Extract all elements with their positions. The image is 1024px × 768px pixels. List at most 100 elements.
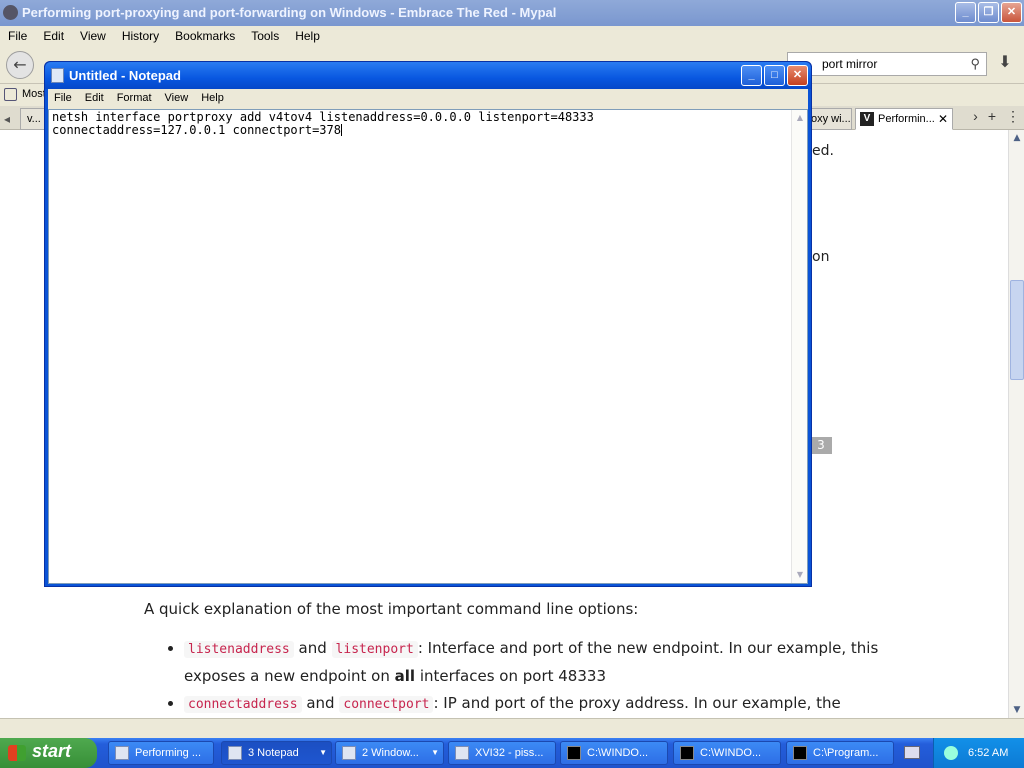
group-dropdown-icon: ▼: [431, 748, 439, 757]
taskbar-item-cmd-1[interactable]: C:\WINDO...: [560, 741, 668, 765]
notepad-line-1: netsh interface portproxy add v4tov4 lis…: [52, 110, 594, 124]
search-input[interactable]: port mirror ⚲: [787, 52, 987, 76]
tab-scroll-right-icon[interactable]: ›: [973, 108, 978, 125]
text-caret: [340, 124, 342, 136]
folder-task-icon: [342, 746, 356, 760]
list-text: interfaces on port 48333: [415, 667, 606, 685]
tab-left[interactable]: v...: [20, 108, 46, 130]
menu-help[interactable]: Help: [287, 26, 328, 46]
browser-close-button[interactable]: ✕: [1001, 2, 1022, 23]
menu-tools[interactable]: Tools: [243, 26, 287, 46]
bookmark-folder-icon: [4, 88, 17, 101]
notepad-scroll-up-icon[interactable]: ▲: [792, 110, 808, 126]
taskbar-item-cmd-3[interactable]: C:\Program...: [786, 741, 894, 765]
tab-performing-label: Performin...: [878, 113, 935, 125]
start-label: start: [32, 741, 72, 761]
taskbar-item-xvi32[interactable]: XVI32 - piss...: [448, 741, 556, 765]
list-text: : IP and port of the proxy address. In o…: [433, 694, 841, 712]
tab-proxy-label: oxy wi...: [811, 113, 851, 125]
console-task-icon: [793, 746, 807, 760]
keyboard-icon[interactable]: [904, 746, 920, 759]
taskbar-item-label: 2 Window...: [362, 747, 419, 759]
search-value: port mirror: [822, 57, 878, 71]
taskbar-item-windows[interactable]: 2 Window... ▼: [335, 741, 444, 765]
tab-left-label: v...: [27, 113, 41, 125]
browser-statusbar: [0, 718, 1024, 738]
search-icon[interactable]: ⚲: [970, 56, 980, 72]
menu-edit[interactable]: Edit: [35, 26, 72, 46]
notepad-minimize-button[interactable]: _: [741, 65, 762, 86]
tab-scroll-left-icon[interactable]: ◂: [4, 112, 10, 126]
notepad-titlebar[interactable]: Untitled - Notepad _ □ ✕: [45, 62, 811, 89]
console-task-icon: [567, 746, 581, 760]
notepad-text-area[interactable]: netsh interface portproxy add v4tov4 lis…: [48, 109, 808, 584]
taskbar-item-label: C:\WINDO...: [587, 747, 649, 759]
notepad-app-icon: [51, 68, 64, 83]
taskbar-item-label: XVI32 - piss...: [475, 747, 544, 759]
notepad-menu-format[interactable]: Format: [111, 89, 159, 109]
notepad-close-button[interactable]: ✕: [787, 65, 808, 86]
windows-flag-icon: [8, 745, 26, 761]
browser-minimize-button[interactable]: _: [955, 2, 976, 23]
mypal-app-icon: [3, 5, 18, 20]
bookmark-most-visited[interactable]: Most: [22, 88, 46, 100]
start-button[interactable]: start: [0, 738, 97, 768]
notepad-task-icon: [228, 746, 242, 760]
notepad-scroll-down-icon[interactable]: ▼: [792, 567, 808, 583]
tab-performing[interactable]: V Performin... ✕: [855, 108, 953, 130]
menu-view[interactable]: View: [72, 26, 114, 46]
inline-code: connectaddress: [184, 696, 302, 713]
list-text: and: [298, 639, 327, 657]
notepad-scrollbar[interactable]: ▲ ▼: [791, 110, 807, 583]
menu-history[interactable]: History: [114, 26, 167, 46]
scrollbar-thumb[interactable]: [1010, 280, 1024, 380]
browser-title: Performing port-proxying and port-forwar…: [22, 5, 557, 20]
back-arrow-icon[interactable]: ←: [6, 51, 34, 79]
inline-code: listenaddress: [184, 641, 294, 658]
tab-proxy[interactable]: oxy wi...: [810, 108, 852, 130]
download-icon[interactable]: ⬇: [992, 52, 1018, 76]
tab-controls: › + ⋮: [973, 108, 1024, 125]
console-task-icon: [680, 746, 694, 760]
inline-code: connectport: [339, 696, 434, 713]
notepad-title: Untitled - Notepad: [69, 68, 181, 83]
explanation-paragraph: A quick explanation of the most importan…: [144, 600, 639, 618]
list-item: listenaddress and listenport: Interface …: [184, 635, 884, 690]
notepad-menu-help[interactable]: Help: [195, 89, 231, 109]
scroll-up-icon[interactable]: ▲: [1009, 130, 1024, 146]
network-tray-icon[interactable]: [944, 746, 958, 760]
taskbar-item-cmd-2[interactable]: C:\WINDO...: [673, 741, 781, 765]
browser-titlebar: Performing port-proxying and port-forwar…: [0, 0, 1024, 26]
new-tab-icon[interactable]: +: [988, 108, 996, 125]
taskbar-item-browser[interactable]: Performing ...: [108, 741, 214, 765]
hex-editor-task-icon: [455, 746, 469, 760]
scroll-down-icon[interactable]: ▼: [1009, 702, 1024, 718]
taskbar: start Performing ... 3 Notepad ▼ 2 Windo…: [0, 738, 1024, 768]
taskbar-item-label: C:\WINDO...: [700, 747, 762, 759]
system-tray: 6:52 AM: [933, 738, 1024, 768]
menu-file[interactable]: File: [0, 26, 35, 46]
notepad-text: netsh interface portproxy add v4tov4 lis…: [52, 111, 790, 581]
taskbar-item-notepad[interactable]: 3 Notepad ▼: [221, 741, 332, 765]
menu-bookmarks[interactable]: Bookmarks: [167, 26, 243, 46]
notepad-menu-file[interactable]: File: [48, 89, 79, 109]
site-v-icon: V: [860, 112, 874, 126]
notepad-menu-edit[interactable]: Edit: [79, 89, 111, 109]
notepad-menu-view[interactable]: View: [159, 89, 196, 109]
content-peek-text: ed.: [812, 143, 834, 159]
page-scrollbar[interactable]: ▲ ▼: [1008, 130, 1024, 718]
browser-restore-button[interactable]: ❐: [978, 2, 999, 23]
list-item: connectaddress and connectport: IP and p…: [184, 690, 884, 718]
tab-list-icon[interactable]: ⋮: [1006, 108, 1020, 125]
notepad-menubar: File Edit Format View Help: [48, 89, 808, 109]
notepad-window: Untitled - Notepad _ □ ✕ File Edit Forma…: [44, 61, 812, 587]
notepad-maximize-button[interactable]: □: [764, 65, 785, 86]
taskbar-item-label: Performing ...: [135, 747, 202, 759]
clock: 6:52 AM: [968, 747, 1009, 759]
browser-menubar: File Edit View History Bookmarks Tools H…: [0, 26, 1024, 46]
bold-text: all: [394, 667, 416, 685]
tab-close-icon[interactable]: ✕: [938, 112, 948, 126]
content-peek-badge: 3: [810, 437, 832, 454]
browser-task-icon: [115, 746, 129, 760]
taskbar-item-label: 3 Notepad: [248, 747, 299, 759]
